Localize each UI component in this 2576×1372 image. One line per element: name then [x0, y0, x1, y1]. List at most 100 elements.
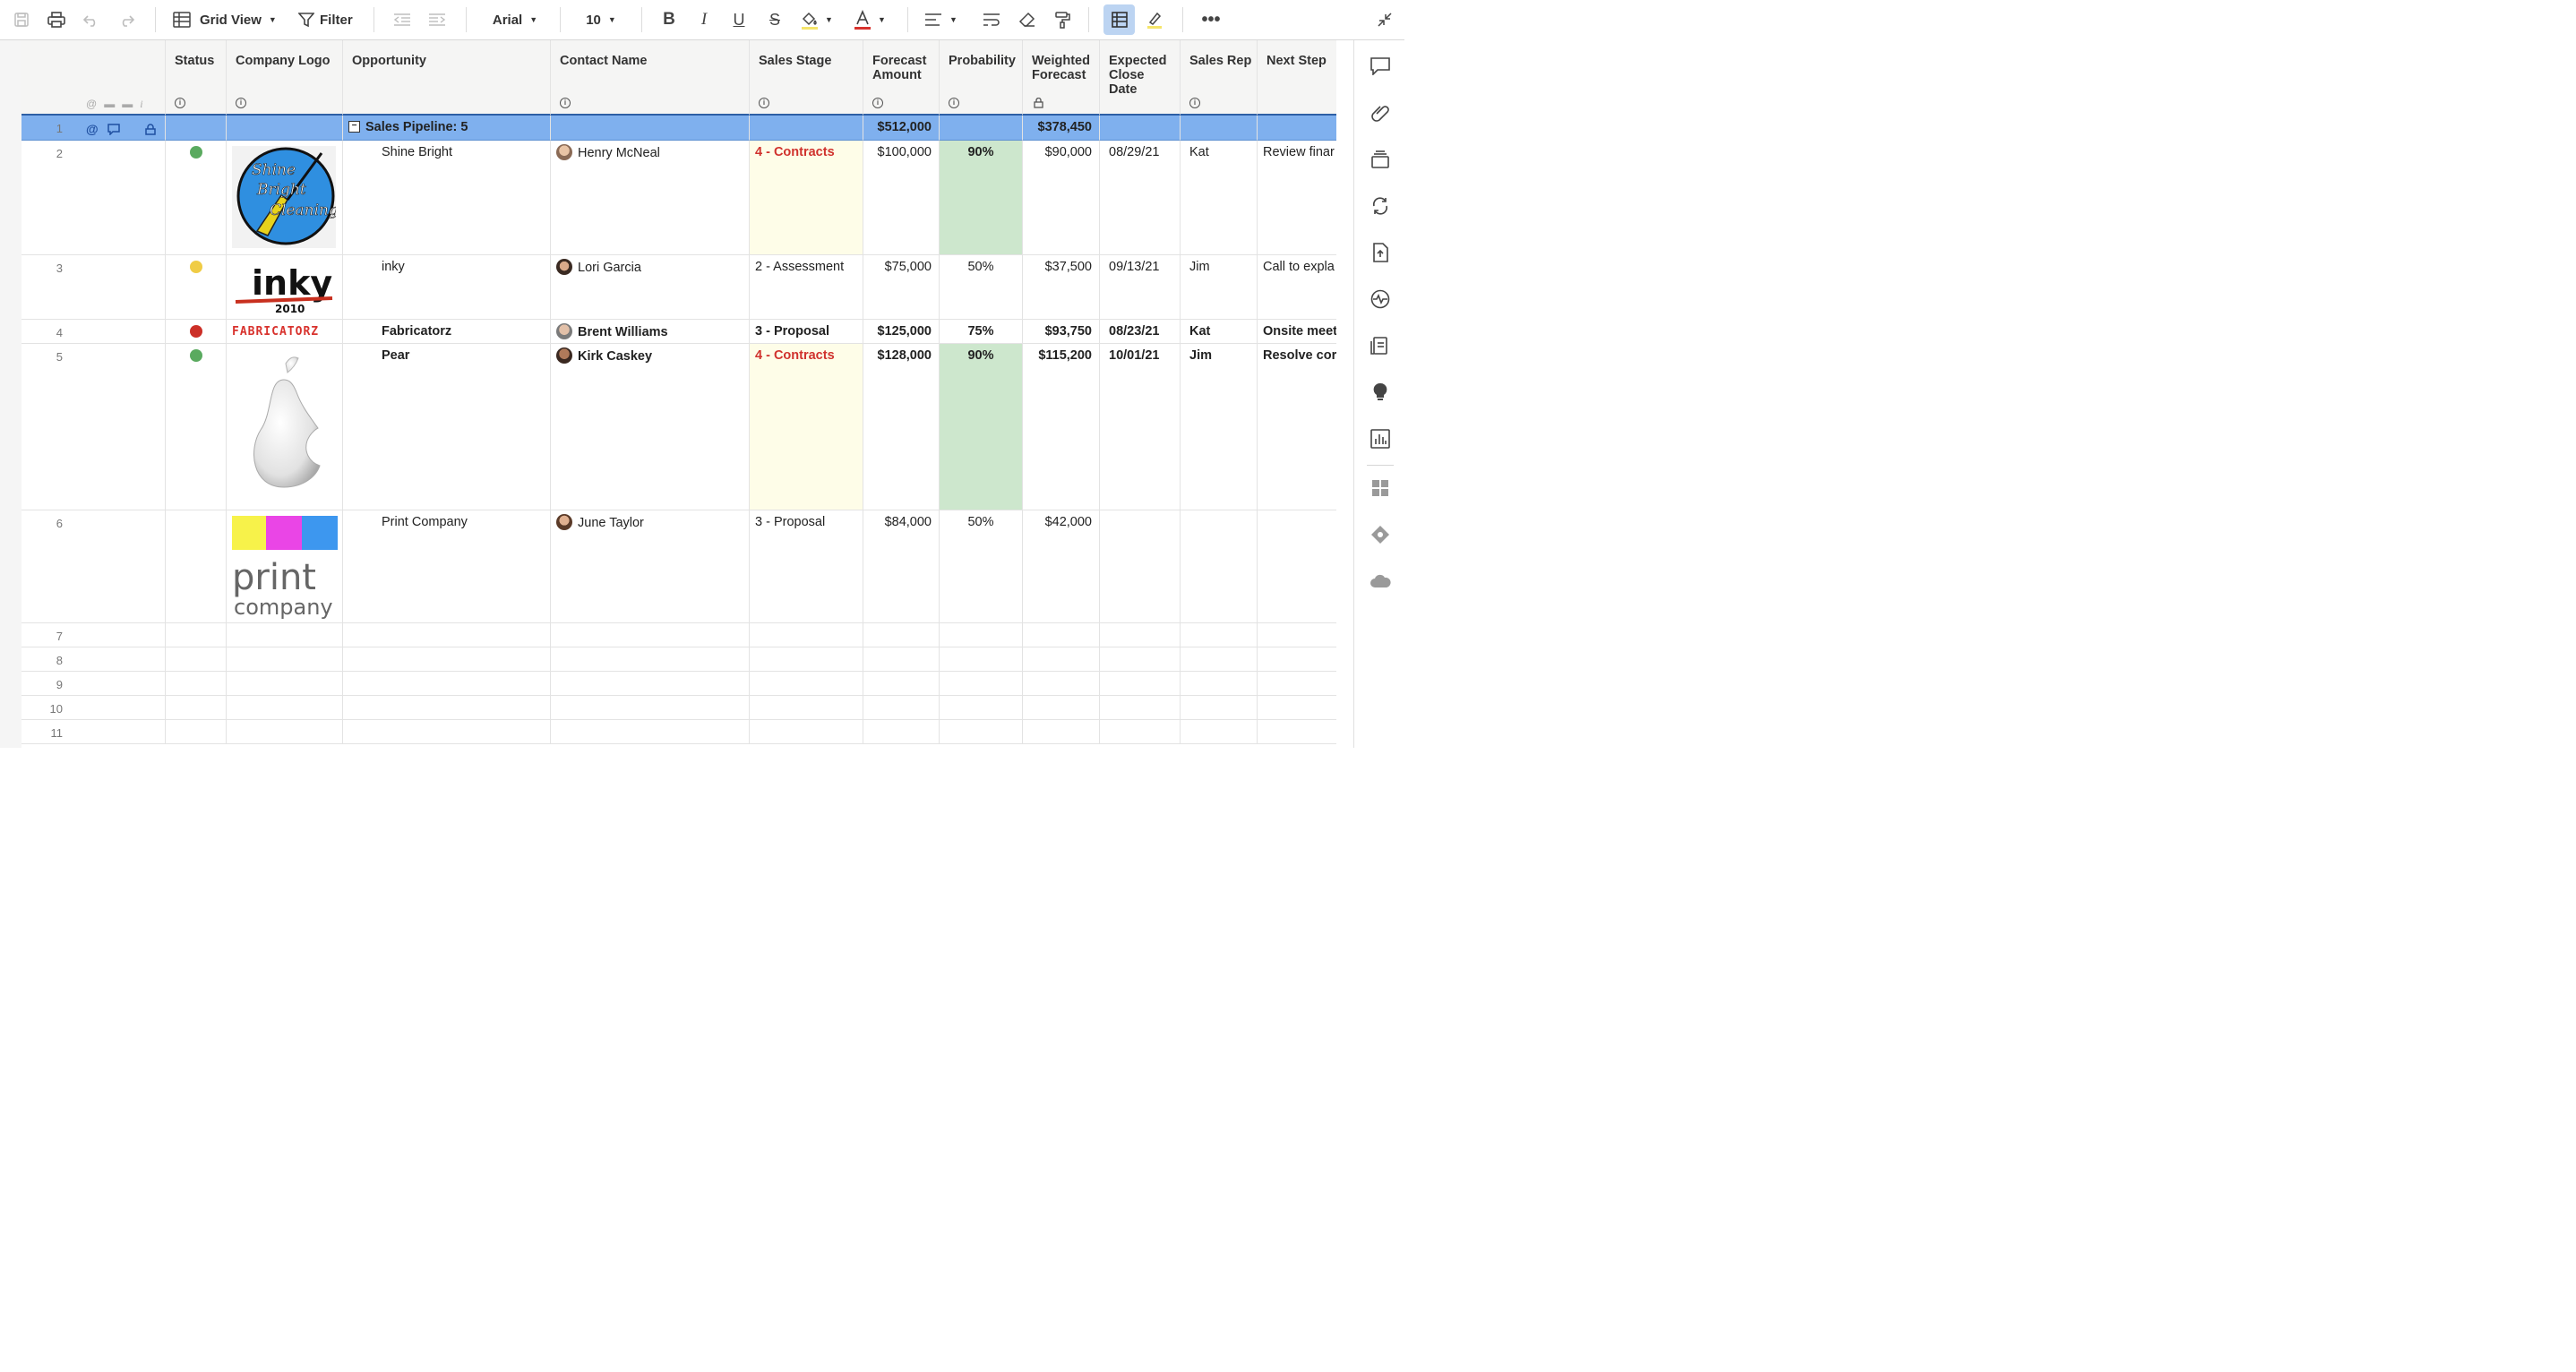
sales-rep-cell[interactable]: Kat [1181, 320, 1258, 344]
empty-row[interactable]: 9 [21, 672, 1336, 696]
stage-cell[interactable]: 3 - Proposal [750, 510, 863, 623]
row-number-cell[interactable]: 7 [21, 623, 166, 647]
lightbulb-icon[interactable] [1369, 381, 1392, 404]
italic-icon[interactable]: I [693, 5, 715, 34]
close-date-cell[interactable] [1100, 510, 1181, 623]
column-header-sales-rep[interactable]: Sales Rep i [1181, 40, 1258, 116]
probability-cell[interactable]: 90% [940, 344, 1023, 510]
undo-icon[interactable] [81, 5, 102, 34]
weighted-cell[interactable]: $90,000 [1023, 141, 1100, 255]
empty-cell[interactable] [227, 672, 343, 696]
empty-row[interactable]: 10 [21, 696, 1336, 720]
proofs-icon[interactable] [1369, 148, 1392, 171]
empty-cell[interactable] [227, 696, 343, 720]
empty-cell[interactable] [166, 720, 227, 744]
lock-icon[interactable] [144, 123, 156, 135]
row-number-cell[interactable]: 2 [21, 141, 166, 255]
info-icon[interactable]: i [236, 98, 246, 108]
apps-grid-icon[interactable] [1369, 476, 1392, 500]
forecast-cell[interactable]: $100,000 [863, 141, 940, 255]
row-number-cell[interactable]: 3 [21, 255, 166, 320]
opportunity-cell[interactable]: − Sales Pipeline: 5 [343, 116, 551, 141]
table-row[interactable]: 6 print company Print Company June Taylo… [21, 510, 1336, 623]
empty-cell[interactable] [1023, 623, 1100, 647]
comments-icon[interactable] [1369, 55, 1392, 78]
contact-cell[interactable]: Kirk Caskey [551, 344, 750, 510]
empty-cell[interactable] [750, 696, 863, 720]
empty-cell[interactable] [343, 672, 551, 696]
empty-cell[interactable] [1181, 672, 1258, 696]
close-date-cell[interactable]: 08/29/21 [1100, 141, 1181, 255]
logo-cell[interactable] [227, 344, 343, 510]
weighted-cell[interactable]: $42,000 [1023, 510, 1100, 623]
empty-cell[interactable] [343, 696, 551, 720]
bold-icon[interactable]: B [658, 5, 680, 34]
align-button[interactable]: ▼ [924, 5, 967, 34]
contact-cell[interactable] [551, 116, 750, 141]
empty-cell[interactable] [863, 696, 940, 720]
empty-cell[interactable] [1023, 720, 1100, 744]
empty-cell[interactable] [863, 647, 940, 672]
row-number-cell[interactable]: 1 @ [21, 116, 166, 141]
empty-cell[interactable] [166, 623, 227, 647]
empty-cell[interactable] [1258, 672, 1336, 696]
update-requests-icon[interactable] [1369, 194, 1392, 218]
info-icon[interactable]: i [175, 98, 185, 108]
status-cell[interactable] [166, 344, 227, 510]
empty-cell[interactable] [1100, 647, 1181, 672]
outdent-icon[interactable] [391, 5, 413, 34]
empty-cell[interactable] [551, 623, 750, 647]
empty-cell[interactable] [750, 647, 863, 672]
logo-cell[interactable] [227, 116, 343, 141]
close-date-cell[interactable]: 10/01/21 [1100, 344, 1181, 510]
summary-icon[interactable] [1369, 334, 1392, 357]
cloud-icon[interactable] [1369, 570, 1392, 593]
column-header-contact[interactable]: Contact Name i [551, 40, 750, 116]
probability-cell[interactable]: 50% [940, 255, 1023, 320]
next-step-cell[interactable] [1258, 116, 1336, 141]
opportunity-cell[interactable]: Print Company [343, 510, 551, 623]
next-step-cell[interactable] [1258, 510, 1336, 623]
forecast-cell[interactable]: $125,000 [863, 320, 940, 344]
column-header-close-date[interactable]: Expected Close Date [1100, 40, 1181, 116]
format-painter-icon[interactable] [1052, 5, 1073, 34]
font-size-select[interactable]: 10 ▼ [578, 5, 624, 34]
table-row[interactable]: 4 FABRICATORZ Fabricatorz Brent Williams… [21, 320, 1336, 344]
table-row[interactable]: 5 Pear Kirk Caskey 4 - Contracts $128,00… [21, 344, 1336, 510]
row-number-cell[interactable]: 11 [21, 720, 166, 744]
forecast-cell[interactable]: $512,000 [863, 116, 940, 141]
info-icon[interactable]: i [759, 98, 769, 108]
eraser-icon[interactable] [1017, 5, 1038, 34]
empty-cell[interactable] [166, 696, 227, 720]
empty-cell[interactable] [1023, 696, 1100, 720]
row-number-cell[interactable]: 8 [21, 647, 166, 672]
stage-cell[interactable]: 4 - Contracts [750, 141, 863, 255]
grid-view-dropdown[interactable]: Grid View ▼ [173, 5, 285, 34]
text-color-button[interactable]: ▼ [853, 5, 896, 34]
column-header-forecast[interactable]: Forecast Amount i [863, 40, 940, 116]
empty-row[interactable]: 8 [21, 647, 1336, 672]
empty-cell[interactable] [227, 623, 343, 647]
empty-cell[interactable] [343, 623, 551, 647]
empty-cell[interactable] [1258, 623, 1336, 647]
column-header-logo[interactable]: Company Logo i [227, 40, 343, 116]
opportunity-cell[interactable]: Shine Bright [343, 141, 551, 255]
empty-cell[interactable] [1258, 696, 1336, 720]
indent-icon[interactable] [426, 5, 448, 34]
empty-cell[interactable] [750, 720, 863, 744]
empty-cell[interactable] [343, 720, 551, 744]
font-family-select[interactable]: Arial ▼ [484, 5, 546, 34]
probability-cell[interactable]: 90% [940, 141, 1023, 255]
row-number-cell[interactable]: 9 [21, 672, 166, 696]
empty-cell[interactable] [551, 696, 750, 720]
sales-rep-cell[interactable]: Jim [1181, 344, 1258, 510]
publish-icon[interactable] [1369, 241, 1392, 264]
logo-cell[interactable]: inky 2010 [227, 255, 343, 320]
row-number-cell[interactable]: 10 [21, 696, 166, 720]
next-step-cell[interactable]: Review finar [1258, 141, 1336, 255]
forecast-cell[interactable]: $128,000 [863, 344, 940, 510]
comment-icon[interactable] [107, 123, 120, 135]
sales-rep-cell[interactable]: Kat [1181, 141, 1258, 255]
row-number-cell[interactable]: 4 [21, 320, 166, 344]
empty-cell[interactable] [1100, 696, 1181, 720]
